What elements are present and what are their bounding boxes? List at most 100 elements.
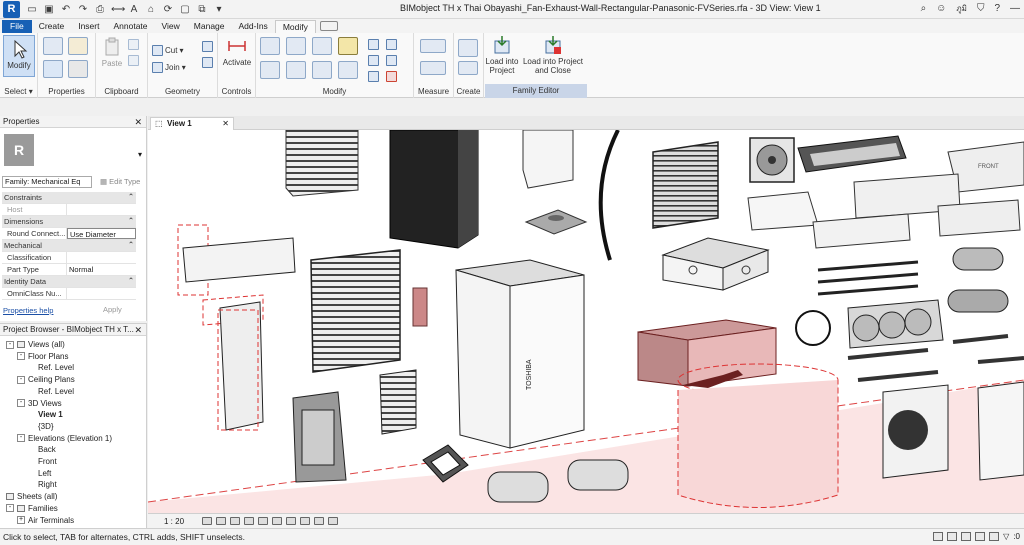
property-value[interactable]: Use Diameter [67, 228, 136, 239]
type-properties-icon[interactable] [68, 37, 88, 55]
ceiling-diffuser[interactable] [524, 209, 588, 235]
property-value[interactable]: Normal [67, 264, 136, 275]
temporary-hide-icon[interactable] [314, 517, 325, 525]
tree-item[interactable]: -3D Views [17, 399, 62, 408]
property-value[interactable] [67, 288, 136, 299]
tree-item[interactable]: Sheets (all) [6, 492, 57, 501]
mirror-draw-icon[interactable] [338, 37, 358, 55]
detail-level-icon[interactable] [202, 517, 213, 525]
open-icon[interactable]: ▭ [26, 4, 38, 15]
properties-icon[interactable] [43, 37, 63, 55]
crop-region-icon[interactable] [286, 517, 297, 525]
tree-item[interactable]: Ref. Level [38, 363, 74, 372]
activate-button[interactable]: Activate [220, 36, 254, 67]
property-value[interactable] [67, 252, 136, 263]
minimize-icon[interactable]: — [1010, 3, 1020, 14]
property-section[interactable]: Dimensions ⌃ [2, 216, 136, 228]
expand-icon[interactable]: + [17, 516, 25, 524]
modify-button[interactable]: Modify [3, 35, 35, 77]
align-icon[interactable] [260, 37, 280, 55]
dimension-icon[interactable] [420, 61, 446, 75]
tree-item[interactable]: Front [38, 457, 57, 466]
tree-item[interactable]: + Air Terminals [17, 516, 74, 525]
load-into-project-close-button[interactable]: Load into Project and Close [520, 35, 586, 75]
tree-item[interactable]: Left [38, 469, 51, 478]
collapse-icon[interactable]: - [6, 504, 14, 513]
redo-icon[interactable]: ↷ [77, 4, 89, 15]
offset-icon[interactable] [286, 37, 306, 55]
tree-item[interactable]: Back [38, 445, 56, 454]
drawing-canvas[interactable]: FRONT TOSHIBA [148, 130, 1024, 513]
property-section[interactable]: Identity Data ⌃ [2, 276, 136, 288]
trim-icon[interactable] [338, 61, 358, 79]
duct-heater[interactable] [292, 391, 347, 483]
view-scale[interactable]: 1 : 20 [164, 517, 184, 526]
select-by-face-icon[interactable] [975, 532, 986, 541]
user-icon[interactable]: ☺ [936, 3, 946, 14]
panel-label-select[interactable]: Select ▾ [0, 87, 37, 96]
select-pinned-icon[interactable] [961, 532, 972, 541]
collapse-icon[interactable]: ⌃ [126, 216, 136, 227]
reveal-hidden-icon[interactable] [328, 517, 339, 525]
create-group-icon[interactable] [458, 61, 478, 75]
unpin-icon[interactable] [368, 71, 379, 82]
selected-wall-unit[interactable] [177, 224, 296, 431]
cart-icon[interactable]: ⛉ [977, 3, 985, 14]
mirror-axis-icon[interactable] [312, 37, 332, 55]
exhaust-fan[interactable] [749, 137, 795, 183]
load-into-project-button[interactable]: Load into Project [484, 35, 520, 75]
tab-file[interactable]: File [2, 20, 32, 33]
array-icon[interactable] [386, 39, 397, 50]
close-browser-icon[interactable]: ✕ [134, 324, 142, 336]
shadows-icon[interactable] [244, 517, 255, 525]
tab-manage[interactable]: Manage [187, 20, 232, 33]
collapse-icon[interactable]: ⌃ [126, 192, 136, 203]
visual-style-icon[interactable] [216, 517, 227, 525]
property-section[interactable]: Mechanical ⌃ [2, 240, 136, 252]
collapse-icon[interactable]: ⌃ [126, 240, 136, 251]
customize-qat-icon[interactable]: ▾ [213, 4, 225, 15]
pin-icon[interactable] [386, 55, 397, 66]
drag-elements-icon[interactable] [989, 532, 1000, 541]
middle-louver[interactable] [310, 249, 428, 373]
vrf-outdoor-unit[interactable]: TOSHIBA [455, 259, 585, 449]
collapse-icon[interactable]: - [17, 352, 25, 361]
tree-item[interactable]: - Families [6, 504, 58, 513]
ribbon-toggle-icon[interactable] [319, 21, 338, 31]
white-panel[interactable] [522, 130, 574, 189]
measure-icon[interactable]: ⟷ [111, 4, 125, 15]
tab-insert[interactable]: Insert [71, 20, 106, 33]
properties-help-link[interactable]: Properties help [3, 306, 53, 315]
tree-item[interactable]: {3D} [38, 422, 54, 431]
tree-item[interactable]: View 1 [38, 410, 63, 419]
inline-fan-row[interactable] [847, 299, 944, 349]
louver-grille[interactable] [285, 130, 359, 197]
binoculars-icon[interactable]: ⌕ [921, 3, 927, 14]
unlocked-view-icon[interactable] [300, 517, 311, 525]
revit-logo-icon[interactable]: R [3, 0, 20, 18]
tab-view[interactable]: View [155, 20, 187, 33]
family-types-icon[interactable] [43, 60, 63, 78]
collapse-icon[interactable]: - [17, 434, 25, 443]
filter-icon[interactable]: ▽ [1003, 532, 1009, 541]
move-icon[interactable] [260, 61, 280, 79]
collapse-icon[interactable]: ⌃ [126, 276, 136, 287]
tab-add-ins[interactable]: Add-Ins [232, 20, 275, 33]
select-underlay-icon[interactable] [947, 532, 958, 541]
join-button[interactable]: Join ▾ [152, 62, 186, 73]
cut-button[interactable]: Cut ▾ [152, 45, 183, 56]
copy-element-icon[interactable] [286, 61, 306, 79]
rotate-icon[interactable] [312, 61, 332, 79]
apply-button[interactable]: Apply [103, 305, 122, 314]
close-hidden-icon[interactable]: ▢ [179, 4, 191, 15]
tree-item[interactable]: Right [38, 480, 57, 489]
help-icon[interactable]: ? [994, 3, 1000, 14]
rendering-icon[interactable] [258, 517, 269, 525]
crop-view-icon[interactable] [272, 517, 283, 525]
close-view-icon[interactable]: ✕ [222, 118, 229, 130]
save-icon[interactable]: ▣ [43, 4, 55, 15]
edit-type-button[interactable]: ▦ Edit Type [100, 177, 140, 186]
hex-filter-unit[interactable] [797, 135, 907, 173]
tree-item[interactable]: - Floor Plans [17, 352, 68, 361]
tab-create[interactable]: Create [32, 20, 72, 33]
